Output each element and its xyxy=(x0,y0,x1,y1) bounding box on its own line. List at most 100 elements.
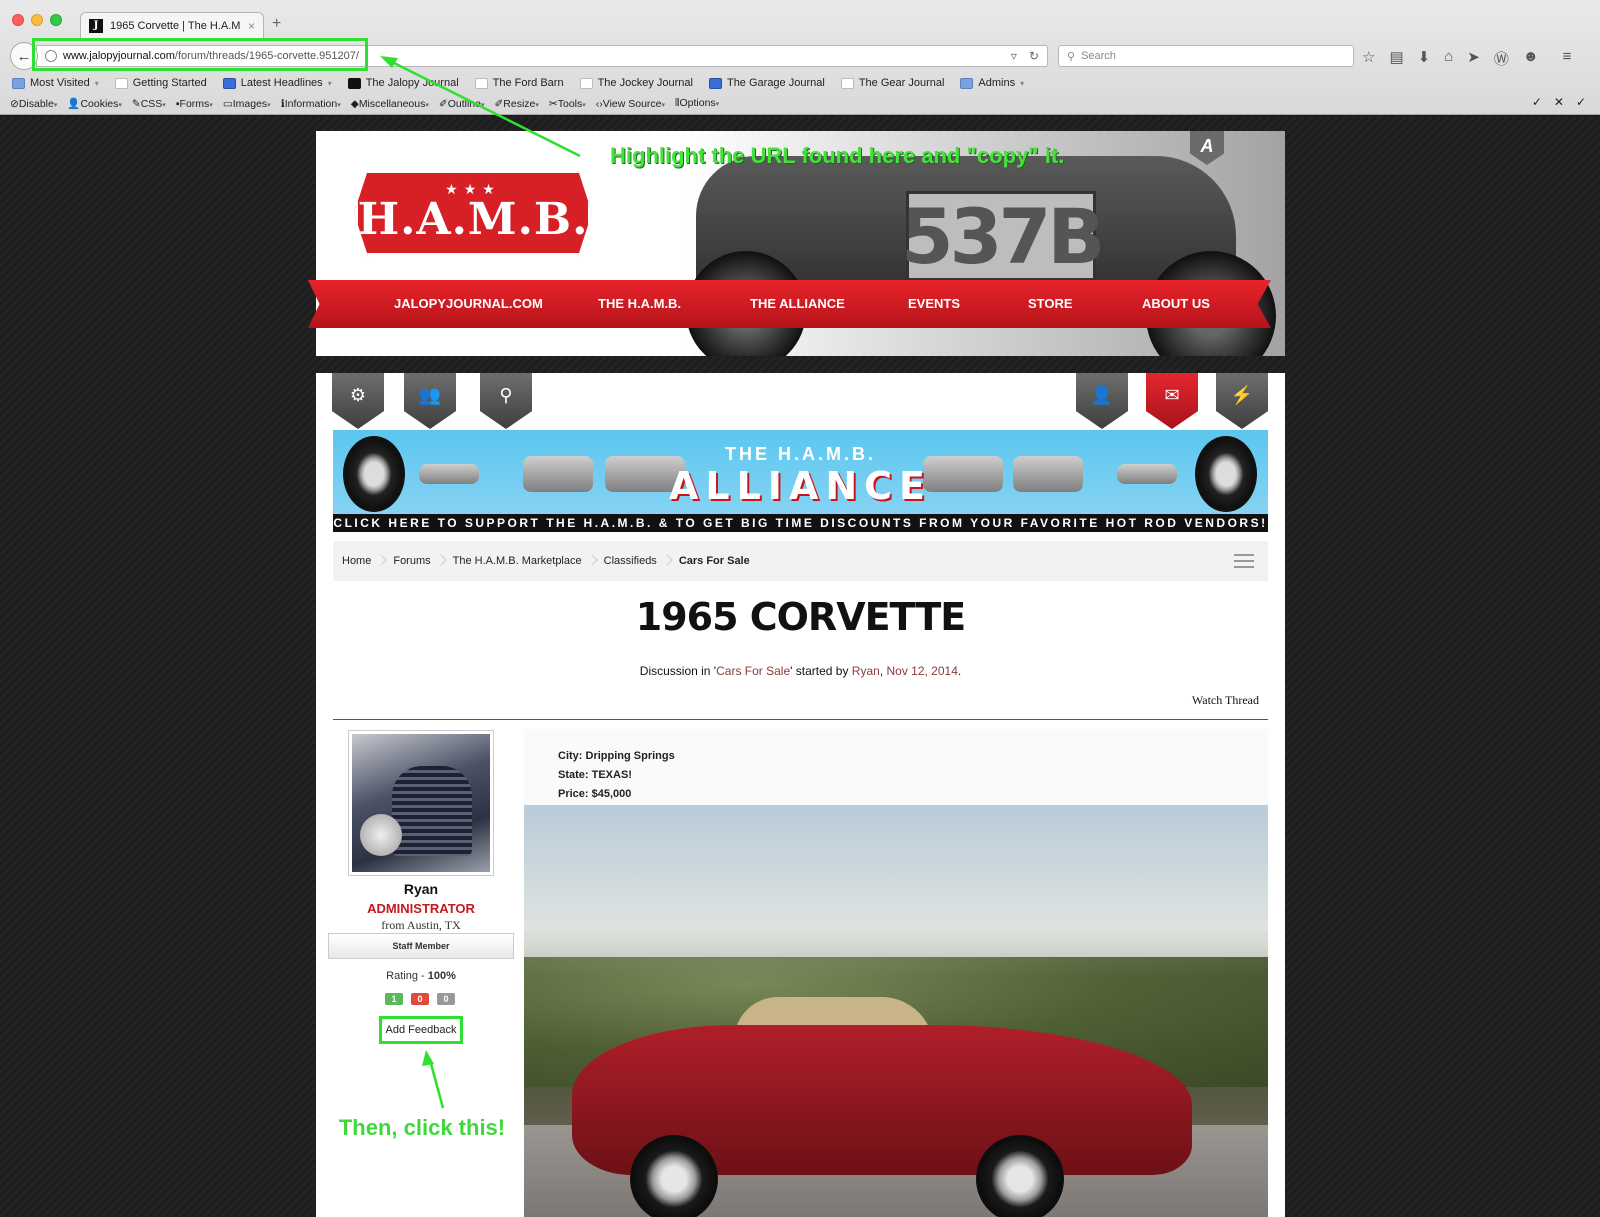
send-icon[interactable]: ➤ xyxy=(1467,48,1480,69)
logo-text: H.A.M.B. xyxy=(357,194,589,245)
dev-disable-menu[interactable]: ⊘Disable▾ xyxy=(10,98,57,110)
nav-store[interactable]: STORE xyxy=(1028,296,1073,311)
bookmarks-toolbar: Most Visited ▾ Getting Started Latest Hea… xyxy=(12,74,1024,92)
bookmark-gear-journal[interactable]: The Gear Journal xyxy=(840,77,944,89)
banner-subtitle: THE H.A.M.B. xyxy=(725,444,876,464)
nav-about-us[interactable]: ABOUT US xyxy=(1142,296,1210,311)
rss-icon xyxy=(222,77,236,89)
browser-chrome: J 1965 Corvette | The H.A.M.B. × + www.j… xyxy=(0,0,1600,115)
nav-the-hamb[interactable]: THE H.A.M.B. xyxy=(598,296,681,311)
author-link[interactable]: Ryan xyxy=(852,664,880,678)
browser-tab-active[interactable]: J 1965 Corvette | The H.A.M.B. × xyxy=(80,12,264,38)
dev-status-icons: ✓ ✕ ✓ xyxy=(1532,95,1586,109)
divider xyxy=(333,719,1268,720)
search-bar[interactable]: ⚲ Search xyxy=(1058,45,1354,67)
dev-cookies-menu[interactable]: 👤Cookies▾ xyxy=(67,97,122,110)
tab-title: 1965 Corvette | The H.A.M.B. xyxy=(110,19,241,32)
main-nav-ribbon: JALOPYJOURNAL.COM THE H.A.M.B. THE ALLIA… xyxy=(308,280,1271,328)
menu-icon[interactable]: ≡ xyxy=(1563,48,1572,69)
breadcrumb-cars-for-sale[interactable]: Cars For Sale xyxy=(679,555,772,567)
extension-w-icon[interactable]: Ⓦ xyxy=(1494,48,1509,69)
reading-list-icon[interactable]: ▤ xyxy=(1389,48,1403,69)
listing-specs: City: Dripping Springs State: TEXAS! Pri… xyxy=(558,747,675,804)
bookmark-admins[interactable]: Admins ▾ xyxy=(960,77,1024,89)
dev-css-menu[interactable]: ✎CSS▾ xyxy=(132,98,166,110)
back-arrow-icon: ← xyxy=(16,47,32,65)
zoom-window-button[interactable] xyxy=(50,14,62,26)
feedback-negative-count[interactable]: 0 xyxy=(437,993,455,1005)
download-icon[interactable]: ⬇ xyxy=(1418,48,1431,69)
chevron-down-icon: ▾ xyxy=(327,78,332,88)
dev-forms-menu[interactable]: ▪Forms▾ xyxy=(176,98,213,110)
bookmark-garage-journal[interactable]: The Garage Journal xyxy=(708,77,825,89)
envelope-icon: ✉ xyxy=(1164,385,1180,405)
nav-the-alliance[interactable]: THE ALLIANCE xyxy=(750,296,845,311)
username[interactable]: Ryan xyxy=(331,881,511,897)
reload-icon[interactable]: ↻ xyxy=(1029,49,1039,63)
avatar[interactable] xyxy=(348,730,494,876)
search-button[interactable]: ⚲ xyxy=(480,373,532,429)
hamburger-menu-icon[interactable] xyxy=(1234,554,1254,568)
banner-footer: CLICK HERE TO SUPPORT THE H.A.M.B. & TO … xyxy=(333,514,1268,532)
sitemap-button[interactable]: ⚙ xyxy=(332,373,384,429)
corvette-photo[interactable] xyxy=(524,805,1268,1217)
breadcrumb-classifieds[interactable]: Classifieds xyxy=(604,555,679,567)
members-button[interactable]: 👥 xyxy=(404,373,456,429)
watch-thread-link[interactable]: Watch Thread xyxy=(1192,693,1259,708)
jalopy-favicon-icon xyxy=(347,77,361,89)
check-icon[interactable]: ✓ xyxy=(1576,95,1586,109)
check-icon[interactable]: ✓ xyxy=(1532,95,1542,109)
inbox-button[interactable]: ✉ xyxy=(1146,373,1198,429)
page-icon xyxy=(474,77,488,89)
forum-link[interactable]: Cars For Sale xyxy=(716,664,790,678)
bookmark-ford-barn[interactable]: The Ford Barn xyxy=(474,77,564,89)
alliance-banner[interactable]: THE H.A.M.B. ALLIANCE CLICK HERE TO SUPP… xyxy=(333,430,1268,532)
nav-jalopyjournal[interactable]: JALOPYJOURNAL.COM xyxy=(394,296,543,311)
search-placeholder: Search xyxy=(1081,50,1116,62)
new-tab-button[interactable]: + xyxy=(272,15,281,33)
post-body: City: Dripping Springs State: TEXAS! Pri… xyxy=(524,729,1268,1217)
url-dropdown-icon[interactable]: ▿ xyxy=(1011,49,1017,63)
bookmark-jalopy-journal[interactable]: The Jalopy Journal xyxy=(347,77,459,89)
web-developer-toolbar: ⊘Disable▾ 👤Cookies▾ ✎CSS▾ ▪Forms▾ ▭Image… xyxy=(10,95,719,112)
dev-resize-menu[interactable]: ✐Resize▾ xyxy=(494,98,538,110)
dev-images-menu[interactable]: ▭Images▾ xyxy=(223,98,271,110)
thread-meta: Discussion in 'Cars For Sale' started by… xyxy=(639,664,962,678)
tab-close-icon[interactable]: × xyxy=(248,19,255,33)
listing-price: Price: $45,000 xyxy=(558,788,632,800)
dev-outline-menu[interactable]: ✐Outline▾ xyxy=(439,98,485,110)
bookmark-most-visited[interactable]: Most Visited ▾ xyxy=(12,77,99,89)
dev-options-menu[interactable]: ⫴Options▾ xyxy=(675,97,719,110)
add-feedback-button[interactable]: Add Feedback xyxy=(379,1016,463,1044)
close-window-button[interactable] xyxy=(12,14,24,26)
date-link[interactable]: Nov 12, 2014 xyxy=(886,664,957,678)
breadcrumb-home[interactable]: Home xyxy=(342,555,393,567)
alerts-button[interactable]: ⚡ xyxy=(1216,373,1268,429)
account-button[interactable]: 👤 xyxy=(1076,373,1128,429)
breadcrumb-forums[interactable]: Forums xyxy=(393,555,452,567)
hamb-logo[interactable]: ★★★ H.A.M.B. xyxy=(354,169,592,257)
search-icon: ⚲ xyxy=(1067,50,1076,63)
forum-content: ⚙ 👥 ⚲ 👤 ✉ ⚡ THE H.A.M.B. ALLIANCE CLICK … xyxy=(316,373,1285,1217)
user-icon: 👤 xyxy=(1090,385,1114,405)
chat-icon[interactable]: ☻ xyxy=(1523,48,1539,69)
dev-view-source-menu[interactable]: ‹›View Source▾ xyxy=(596,98,665,110)
breadcrumb: Home Forums The H.A.M.B. Marketplace Cla… xyxy=(333,541,1268,581)
bookmark-jockey-journal[interactable]: The Jockey Journal xyxy=(579,77,693,89)
feedback-neutral-count[interactable]: 0 xyxy=(411,993,429,1005)
feedback-positive-count[interactable]: 1 xyxy=(385,993,403,1005)
home-icon[interactable]: ⌂ xyxy=(1444,48,1453,69)
minimize-window-button[interactable] xyxy=(31,14,43,26)
dev-miscellaneous-menu[interactable]: ◆Miscellaneous▾ xyxy=(351,98,429,110)
car-number-plate: 537B xyxy=(900,191,1105,281)
close-icon[interactable]: ✕ xyxy=(1554,95,1564,109)
nav-events[interactable]: EVENTS xyxy=(908,296,960,311)
bookmark-getting-started[interactable]: Getting Started xyxy=(114,77,207,89)
dev-tools-menu[interactable]: ✂Tools▾ xyxy=(549,98,586,110)
dev-information-menu[interactable]: ℹInformation▾ xyxy=(281,98,341,110)
user-rating: Rating - 100% xyxy=(386,970,456,982)
breadcrumb-marketplace[interactable]: The H.A.M.B. Marketplace xyxy=(453,555,604,567)
staff-member-badge: Staff Member xyxy=(328,933,514,959)
bookmark-star-icon[interactable]: ☆ xyxy=(1362,48,1375,69)
bookmark-latest-headlines[interactable]: Latest Headlines ▾ xyxy=(222,77,332,89)
